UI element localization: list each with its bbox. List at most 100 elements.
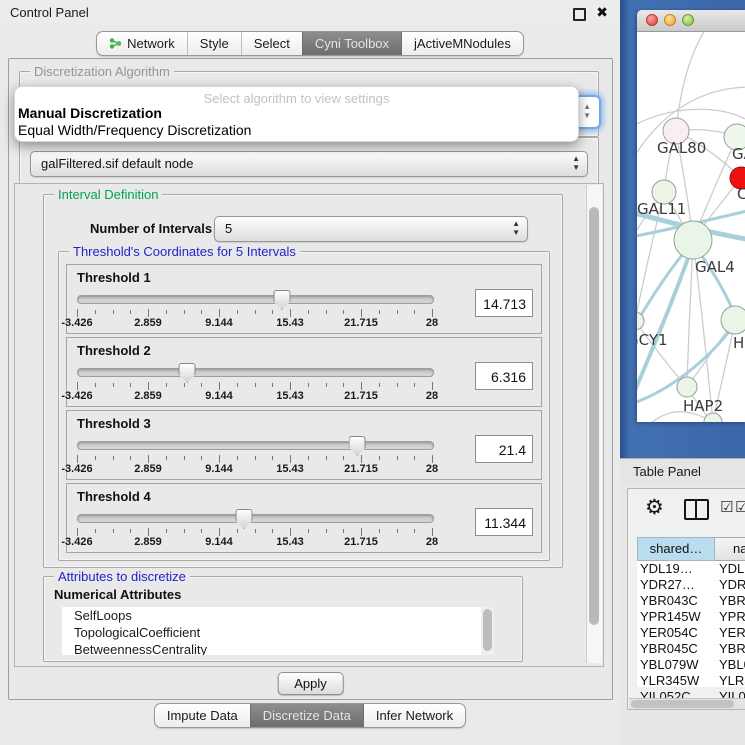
network-view-window: GAL80GACGAL11GAL4GCY1HHAP2 — [637, 10, 745, 422]
network-canvas[interactable]: GAL80GACGAL11GAL4GCY1HHAP2 — [637, 32, 745, 422]
horizontal-scrollbar[interactable] — [629, 698, 745, 709]
threshold-slider[interactable] — [77, 441, 432, 450]
cell-name[interactable]: YDL1 — [715, 561, 745, 577]
cell-shared-name[interactable]: YBR043C — [637, 593, 715, 609]
threshold-panel: Threshold 2-3.4262.8599.14415.4321.71528… — [66, 337, 542, 407]
close-traffic-light[interactable] — [646, 14, 658, 26]
cell-name[interactable]: YBR0 — [715, 593, 745, 609]
cell-name[interactable]: YBR0 — [715, 641, 745, 657]
table-row[interactable]: YBL079WYBL0 — [637, 657, 745, 673]
checkbox-icon[interactable]: ☑ — [735, 498, 745, 516]
slider-track[interactable] — [77, 514, 434, 523]
attributes-list-scrollbar[interactable] — [481, 607, 494, 655]
apply-button[interactable]: Apply — [277, 672, 344, 695]
vertical-scrollbar[interactable] — [586, 185, 602, 663]
slider-thumb[interactable] — [179, 363, 196, 383]
table-data-combo[interactable]: galFiltered.sif default node ▲▼ — [30, 151, 588, 177]
tab-impute-data[interactable]: Impute Data — [155, 704, 250, 727]
attribute-list-item[interactable]: SelfLoops — [62, 607, 494, 624]
number-of-intervals-combo[interactable]: 5 ▲▼ — [214, 216, 528, 242]
control-panel-title: Control Panel — [10, 5, 89, 20]
minimize-traffic-light[interactable] — [664, 14, 676, 26]
slider-tick-labels: -3.4262.8599.14415.4321.71528 — [77, 317, 432, 329]
scrollbar-thumb[interactable] — [483, 609, 492, 651]
table-row[interactable]: YPR145WYPR1 — [637, 609, 745, 625]
dropdown-hint: Select algorithm to view settings — [15, 91, 578, 106]
tab-discretize-data[interactable]: Discretize Data — [250, 704, 363, 727]
threshold-value-field[interactable]: 14.713 — [475, 289, 533, 317]
zoom-traffic-light[interactable] — [682, 14, 694, 26]
attribute-list-item[interactable]: BetweennessCentrality — [62, 641, 494, 655]
dropdown-option-manual[interactable]: Manual Discretization — [18, 105, 162, 121]
slider-thumb[interactable] — [273, 290, 290, 310]
tab-infer-network[interactable]: Infer Network — [363, 704, 465, 727]
tab-cyni-toolbox[interactable]: Cyni Toolbox — [302, 32, 401, 55]
attribute-list-item[interactable]: TopologicalCoefficient — [62, 624, 494, 641]
split-table-icon[interactable] — [684, 499, 709, 520]
scrollbar-thumb[interactable] — [589, 207, 599, 625]
cell-shared-name[interactable]: YPR145W — [637, 609, 715, 625]
numerical-attributes-list[interactable]: SelfLoopsTopologicalCoefficientBetweenne… — [62, 607, 494, 655]
cell-shared-name[interactable]: YLR345W — [637, 673, 715, 689]
cell-name[interactable]: YBL0 — [715, 657, 745, 673]
slider-thumb[interactable] — [349, 436, 366, 456]
dropdown-option-equal-width[interactable]: Equal Width/Frequency Discretization — [18, 122, 251, 138]
slider-track[interactable] — [77, 295, 434, 304]
table-row[interactable]: YBR043CYBR0 — [637, 593, 745, 609]
thresholds-group: Threshold's Coordinates for 5 Intervals … — [58, 251, 550, 561]
cell-shared-name[interactable]: YDR27… — [637, 577, 715, 593]
threshold-slider[interactable] — [77, 514, 432, 523]
gear-icon[interactable]: ⚙ — [645, 495, 664, 520]
scrollbar-thumb[interactable] — [631, 700, 734, 708]
slider-track[interactable] — [77, 441, 434, 450]
threshold-value-field[interactable]: 6.316 — [475, 362, 533, 390]
checkbox-icon[interactable]: ☑ — [720, 498, 733, 516]
tab-select-label: Select — [254, 36, 290, 51]
threshold-panel: Threshold 3-3.4262.8599.14415.4321.71528… — [66, 410, 542, 480]
table-row[interactable]: YDL19…YDL1 — [637, 561, 745, 577]
network-icon — [109, 37, 122, 50]
node-label: GAL80 — [657, 139, 706, 157]
cell-shared-name[interactable]: YDL19… — [637, 561, 715, 577]
slider-thumb[interactable] — [235, 509, 252, 529]
threshold-value-field[interactable]: 11.344 — [475, 508, 533, 536]
table-row[interactable]: YBR045CYBR0 — [637, 641, 745, 657]
interval-definition-group-label: Interval Definition — [54, 187, 162, 202]
table-panel-body: ⚙ ☑ ☑ shared… na YDL19…YDL1YDR27…YDR2YBR… — [620, 484, 745, 745]
column-header-name[interactable]: na — [715, 537, 745, 561]
tab-infer-network-label: Infer Network — [376, 708, 453, 723]
threshold-slider[interactable] — [77, 368, 432, 377]
cell-name[interactable]: YDR2 — [715, 577, 745, 593]
threshold-panel: Threshold 1 -3.4262.8599.14415.4321.71528… — [66, 264, 542, 334]
algorithm-dropdown-popup: Select algorithm to view settings Manual… — [14, 86, 579, 142]
network-node[interactable] — [677, 377, 697, 397]
slider-tick-labels: -3.4262.8599.14415.4321.71528 — [77, 536, 432, 548]
float-window-icon[interactable] — [573, 8, 586, 21]
cell-shared-name[interactable]: YBR045C — [637, 641, 715, 657]
cell-shared-name[interactable]: YER054C — [637, 625, 715, 641]
threshold-label: Threshold 3 — [77, 416, 151, 431]
node-table-subpanel: ⚙ ☑ ☑ shared… na YDL19…YDL1YDR27…YDR2YBR… — [627, 488, 745, 710]
tab-select[interactable]: Select — [241, 32, 302, 55]
table-row[interactable]: YDR27…YDR2 — [637, 577, 745, 593]
attributes-group-label: Attributes to discretize — [54, 569, 190, 584]
cell-shared-name[interactable]: YBL079W — [637, 657, 715, 673]
table-row[interactable]: YER054CYER0 — [637, 625, 745, 641]
cell-name[interactable]: YPR1 — [715, 609, 745, 625]
cyni-toolbox-content: Discretization Algorithm ▲▼ Select algor… — [8, 58, 613, 700]
slider-track[interactable] — [77, 368, 434, 377]
tab-network[interactable]: Network — [97, 32, 187, 55]
threshold-slider[interactable] — [77, 295, 432, 304]
network-node[interactable] — [721, 306, 745, 334]
column-header-shared-name[interactable]: shared… — [637, 537, 715, 561]
tab-style[interactable]: Style — [187, 32, 241, 55]
cell-name[interactable]: YER0 — [715, 625, 745, 641]
network-node[interactable] — [674, 221, 712, 259]
threshold-value-field[interactable]: 21.4 — [475, 435, 533, 463]
table-row[interactable]: YLR345WYLR3 — [637, 673, 745, 689]
cell-name[interactable]: YLR3 — [715, 673, 745, 689]
close-panel-icon[interactable]: ✖ — [596, 4, 608, 21]
threshold-label: Threshold 1 — [77, 270, 151, 285]
tab-jactivemnodules[interactable]: jActiveMNodules — [401, 32, 523, 55]
node-label: H — [733, 334, 744, 352]
